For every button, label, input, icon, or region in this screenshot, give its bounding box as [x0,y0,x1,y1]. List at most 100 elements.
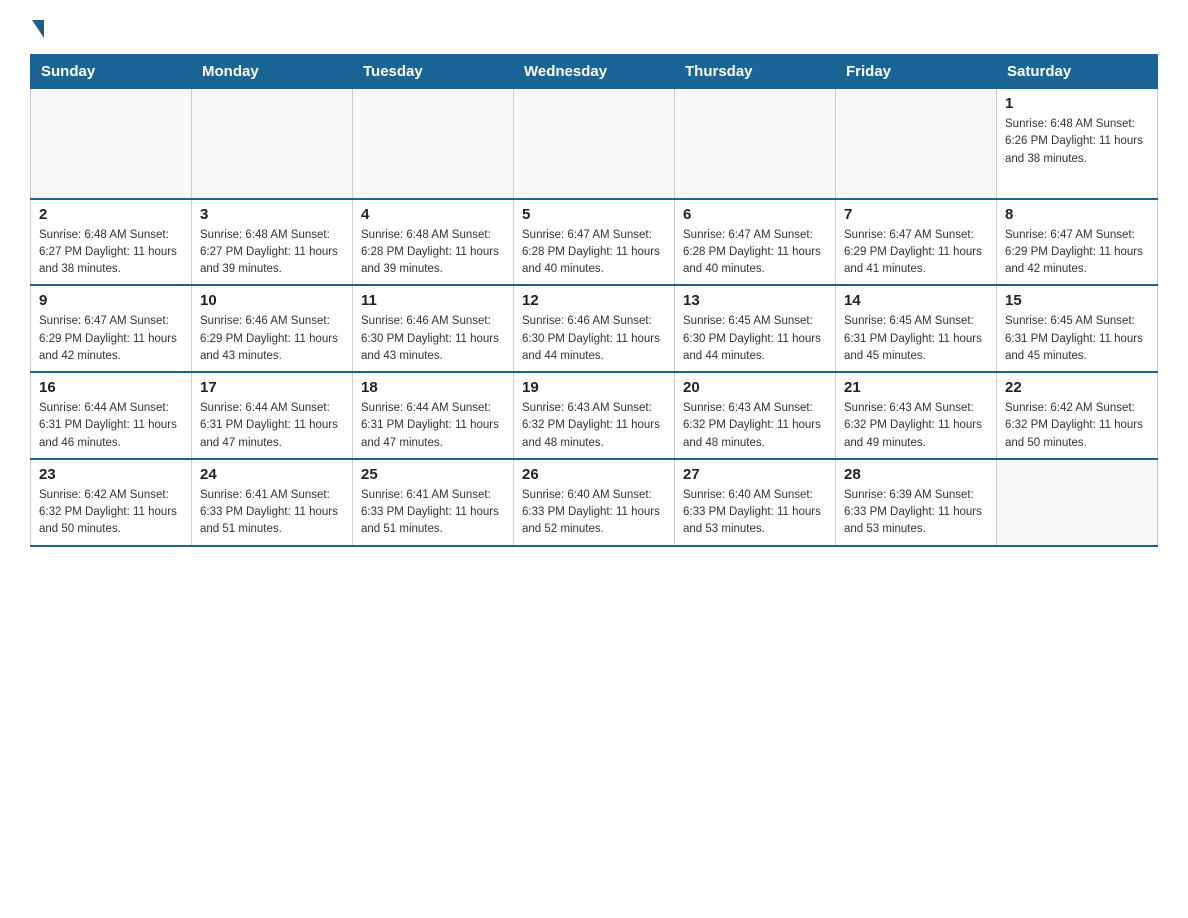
day-number: 6 [683,206,827,223]
calendar-header-row: SundayMondayTuesdayWednesdayThursdayFrid… [31,55,1158,89]
calendar-cell [997,459,1158,546]
calendar-week-row: 23 Sunrise: 6:42 AM Sunset: 6:32 PM Dayli… [31,459,1158,546]
day-header-saturday: Saturday [997,55,1158,89]
day-info: Sunrise: 6:48 AM Sunset: 6:27 PM Dayligh… [200,227,344,279]
day-number: 8 [1005,206,1149,223]
day-number: 18 [361,379,505,396]
calendar-week-row: 16 Sunrise: 6:44 AM Sunset: 6:31 PM Dayli… [31,372,1158,459]
calendar-cell: 18 Sunrise: 6:44 AM Sunset: 6:31 PM Dayli… [353,372,514,459]
day-info: Sunrise: 6:44 AM Sunset: 6:31 PM Dayligh… [39,400,183,452]
day-info: Sunrise: 6:48 AM Sunset: 6:26 PM Dayligh… [1005,116,1149,168]
calendar-cell: 24 Sunrise: 6:41 AM Sunset: 6:33 PM Dayli… [192,459,353,546]
day-number: 27 [683,466,827,483]
calendar-cell: 6 Sunrise: 6:47 AM Sunset: 6:28 PM Daylig… [675,199,836,286]
day-number: 12 [522,292,666,309]
day-number: 7 [844,206,988,223]
calendar-cell: 4 Sunrise: 6:48 AM Sunset: 6:28 PM Daylig… [353,199,514,286]
day-number: 2 [39,206,183,223]
calendar-cell: 9 Sunrise: 6:47 AM Sunset: 6:29 PM Daylig… [31,285,192,372]
day-number: 14 [844,292,988,309]
logo-arrow-icon [32,20,44,38]
day-info: Sunrise: 6:39 AM Sunset: 6:33 PM Dayligh… [844,487,988,539]
day-number: 3 [200,206,344,223]
day-info: Sunrise: 6:45 AM Sunset: 6:31 PM Dayligh… [844,313,988,365]
day-number: 23 [39,466,183,483]
day-info: Sunrise: 6:46 AM Sunset: 6:30 PM Dayligh… [522,313,666,365]
calendar-cell: 16 Sunrise: 6:44 AM Sunset: 6:31 PM Dayli… [31,372,192,459]
day-info: Sunrise: 6:44 AM Sunset: 6:31 PM Dayligh… [361,400,505,452]
day-number: 11 [361,292,505,309]
calendar-cell [836,89,997,199]
day-info: Sunrise: 6:43 AM Sunset: 6:32 PM Dayligh… [683,400,827,452]
day-number: 4 [361,206,505,223]
day-info: Sunrise: 6:45 AM Sunset: 6:31 PM Dayligh… [1005,313,1149,365]
calendar-cell: 3 Sunrise: 6:48 AM Sunset: 6:27 PM Daylig… [192,199,353,286]
calendar-cell: 10Sunrise: 6:46 AM Sunset: 6:29 PM Dayli… [192,285,353,372]
calendar-week-row: 2 Sunrise: 6:48 AM Sunset: 6:27 PM Daylig… [31,199,1158,286]
day-info: Sunrise: 6:44 AM Sunset: 6:31 PM Dayligh… [200,400,344,452]
day-number: 17 [200,379,344,396]
day-number: 21 [844,379,988,396]
calendar-table: SundayMondayTuesdayWednesdayThursdayFrid… [30,54,1158,547]
calendar-cell: 21 Sunrise: 6:43 AM Sunset: 6:32 PM Dayli… [836,372,997,459]
calendar-cell [192,89,353,199]
day-header-tuesday: Tuesday [353,55,514,89]
day-info: Sunrise: 6:40 AM Sunset: 6:33 PM Dayligh… [683,487,827,539]
page-header [30,20,1158,38]
day-info: Sunrise: 6:41 AM Sunset: 6:33 PM Dayligh… [361,487,505,539]
day-info: Sunrise: 6:48 AM Sunset: 6:28 PM Dayligh… [361,227,505,279]
calendar-cell: 11 Sunrise: 6:46 AM Sunset: 6:30 PM Dayli… [353,285,514,372]
day-number: 19 [522,379,666,396]
calendar-cell: 7 Sunrise: 6:47 AM Sunset: 6:29 PM Daylig… [836,199,997,286]
day-info: Sunrise: 6:43 AM Sunset: 6:32 PM Dayligh… [844,400,988,452]
day-info: Sunrise: 6:40 AM Sunset: 6:33 PM Dayligh… [522,487,666,539]
calendar-cell: 8Sunrise: 6:47 AM Sunset: 6:29 PM Daylig… [997,199,1158,286]
calendar-cell: 15 Sunrise: 6:45 AM Sunset: 6:31 PM Dayli… [997,285,1158,372]
day-header-sunday: Sunday [31,55,192,89]
day-number: 16 [39,379,183,396]
day-info: Sunrise: 6:46 AM Sunset: 6:30 PM Dayligh… [361,313,505,365]
day-info: Sunrise: 6:43 AM Sunset: 6:32 PM Dayligh… [522,400,666,452]
calendar-cell: 1 Sunrise: 6:48 AM Sunset: 6:26 PM Daylig… [997,89,1158,199]
day-number: 28 [844,466,988,483]
calendar-cell: 25Sunrise: 6:41 AM Sunset: 6:33 PM Dayli… [353,459,514,546]
day-header-friday: Friday [836,55,997,89]
calendar-cell [514,89,675,199]
calendar-week-row: 9 Sunrise: 6:47 AM Sunset: 6:29 PM Daylig… [31,285,1158,372]
day-number: 9 [39,292,183,309]
calendar-cell: 12 Sunrise: 6:46 AM Sunset: 6:30 PM Dayli… [514,285,675,372]
day-number: 13 [683,292,827,309]
logo [30,20,46,38]
calendar-cell: 19 Sunrise: 6:43 AM Sunset: 6:32 PM Dayli… [514,372,675,459]
day-number: 24 [200,466,344,483]
day-info: Sunrise: 6:42 AM Sunset: 6:32 PM Dayligh… [1005,400,1149,452]
calendar-cell [353,89,514,199]
day-info: Sunrise: 6:47 AM Sunset: 6:28 PM Dayligh… [683,227,827,279]
day-number: 15 [1005,292,1149,309]
day-number: 1 [1005,95,1149,112]
calendar-cell: 20Sunrise: 6:43 AM Sunset: 6:32 PM Dayli… [675,372,836,459]
day-info: Sunrise: 6:47 AM Sunset: 6:29 PM Dayligh… [844,227,988,279]
calendar-cell: 26 Sunrise: 6:40 AM Sunset: 6:33 PM Dayli… [514,459,675,546]
day-info: Sunrise: 6:47 AM Sunset: 6:29 PM Dayligh… [39,313,183,365]
calendar-cell [675,89,836,199]
day-info: Sunrise: 6:41 AM Sunset: 6:33 PM Dayligh… [200,487,344,539]
day-info: Sunrise: 6:48 AM Sunset: 6:27 PM Dayligh… [39,227,183,279]
day-info: Sunrise: 6:46 AM Sunset: 6:29 PM Dayligh… [200,313,344,365]
calendar-cell: 2 Sunrise: 6:48 AM Sunset: 6:27 PM Daylig… [31,199,192,286]
day-number: 26 [522,466,666,483]
day-header-thursday: Thursday [675,55,836,89]
calendar-cell: 28 Sunrise: 6:39 AM Sunset: 6:33 PM Dayli… [836,459,997,546]
calendar-cell: 5Sunrise: 6:47 AM Sunset: 6:28 PM Daylig… [514,199,675,286]
calendar-cell: 17 Sunrise: 6:44 AM Sunset: 6:31 PM Dayli… [192,372,353,459]
calendar-cell: 14 Sunrise: 6:45 AM Sunset: 6:31 PM Dayli… [836,285,997,372]
calendar-cell: 23 Sunrise: 6:42 AM Sunset: 6:32 PM Dayli… [31,459,192,546]
day-number: 5 [522,206,666,223]
calendar-cell: 13Sunrise: 6:45 AM Sunset: 6:30 PM Dayli… [675,285,836,372]
day-number: 22 [1005,379,1149,396]
day-header-wednesday: Wednesday [514,55,675,89]
calendar-cell [31,89,192,199]
calendar-week-row: 1 Sunrise: 6:48 AM Sunset: 6:26 PM Daylig… [31,89,1158,199]
day-info: Sunrise: 6:42 AM Sunset: 6:32 PM Dayligh… [39,487,183,539]
day-header-monday: Monday [192,55,353,89]
